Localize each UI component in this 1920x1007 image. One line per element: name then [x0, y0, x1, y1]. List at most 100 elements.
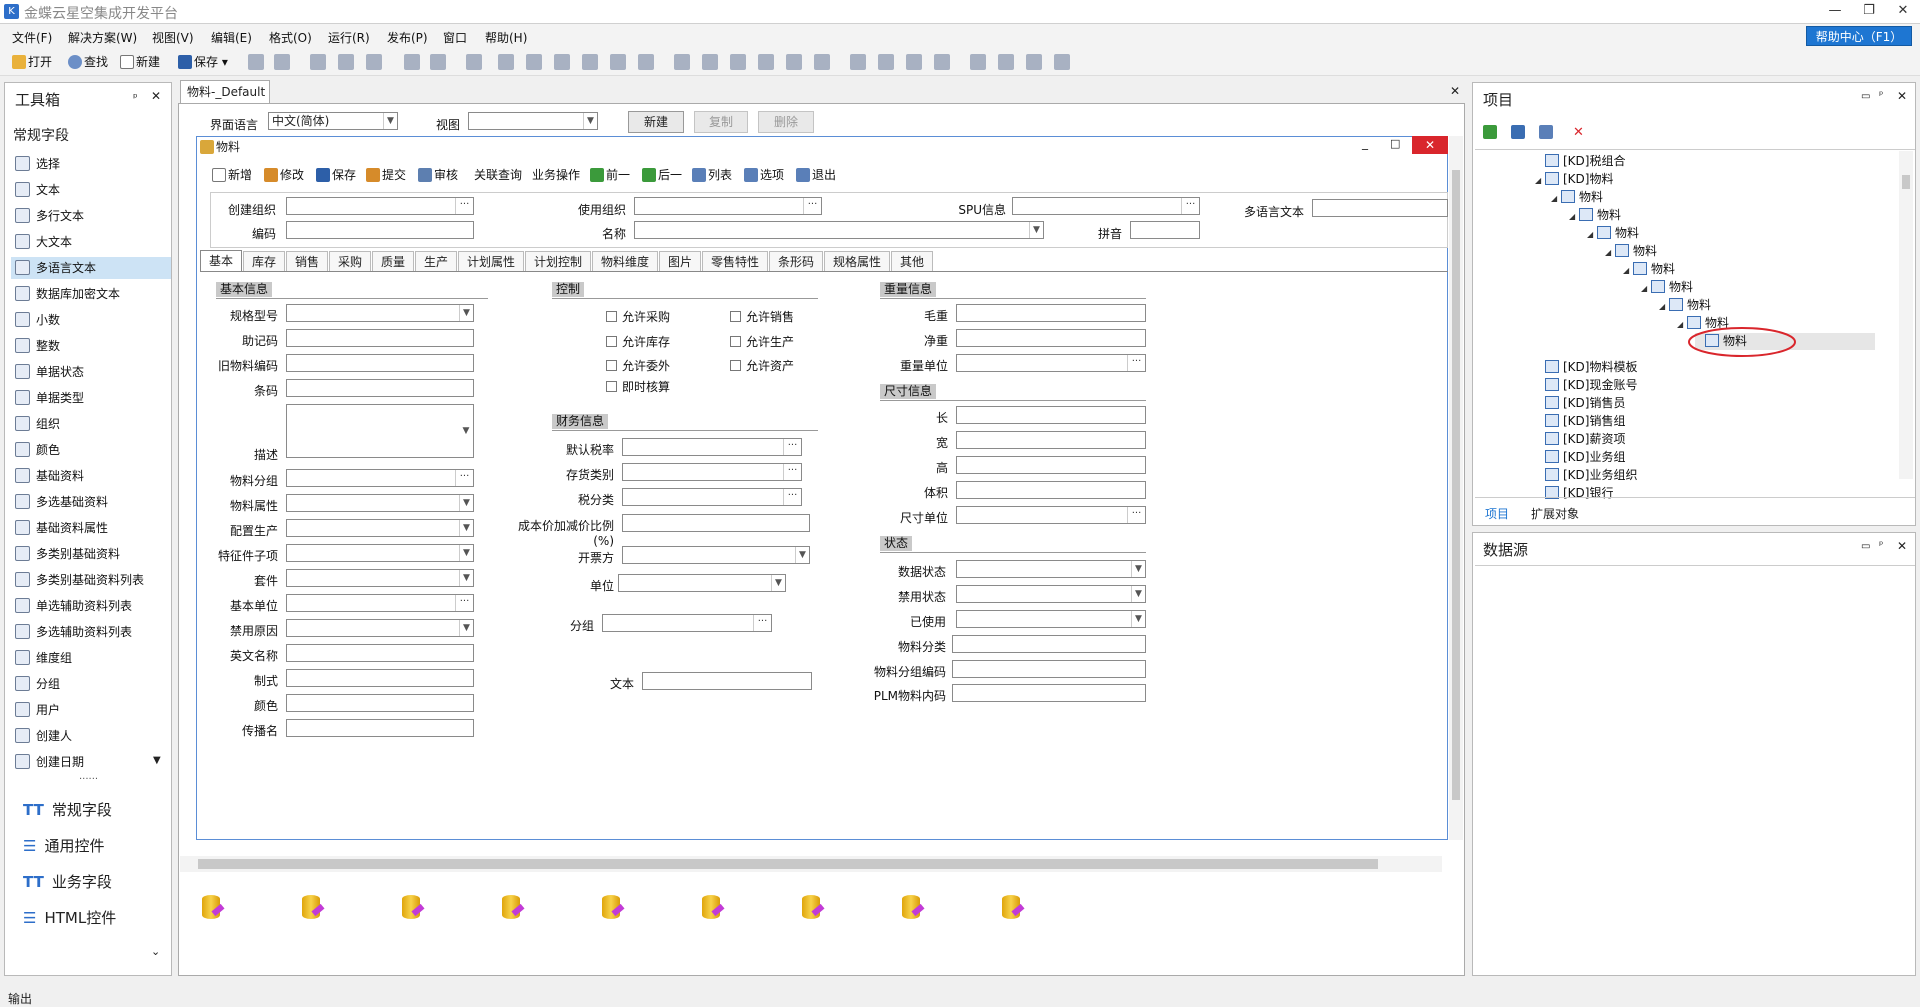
form-tab[interactable]: 计划控制	[525, 251, 591, 271]
toolbox-item[interactable]: 单选辅助资料列表	[15, 595, 173, 617]
datasource-component-icon[interactable]	[700, 893, 725, 923]
menu-format[interactable]: 格式(O)	[269, 29, 312, 46]
toolbox-item[interactable]: 多语言文本	[11, 257, 171, 279]
align-icon-2[interactable]	[526, 54, 542, 70]
tree-node[interactable]: [KD]现金账号	[1535, 377, 1637, 394]
toolbar-icon-2[interactable]	[274, 54, 290, 70]
form-minimize-icon[interactable]: _	[1362, 136, 1368, 150]
field-input[interactable]	[956, 304, 1146, 322]
toolbox-item[interactable]: 单据类型	[15, 387, 173, 409]
scroll-thumb[interactable]	[1452, 170, 1460, 800]
form-maximize-icon[interactable]: □	[1390, 137, 1400, 150]
category-common-fields[interactable]: TT 常规字段	[23, 799, 112, 820]
delete-icon[interactable]: ✕	[1573, 125, 1584, 140]
field-input[interactable]: ▼	[618, 574, 786, 592]
tree-node[interactable]: [KD]税组合	[1535, 153, 1625, 170]
tree-node[interactable]: [KD]业务组织	[1535, 467, 1637, 484]
new-button[interactable]: 新建	[120, 53, 160, 71]
field-input[interactable]: ▼	[956, 560, 1146, 578]
toolbox-item[interactable]: 多类别基础资料	[15, 543, 173, 565]
help-center-button[interactable]: 帮助中心（F1）	[1806, 26, 1912, 46]
field-input[interactable]: ▼	[956, 610, 1146, 628]
tree-node[interactable]: ◢ 物料	[1587, 225, 1639, 242]
form-toolbar-item[interactable]: 新增	[212, 166, 252, 184]
undo-icon[interactable]	[404, 54, 420, 70]
tree-node[interactable]: ◢ 物料	[1641, 279, 1693, 296]
field-input[interactable]	[956, 481, 1146, 499]
tree-node[interactable]: [KD]销售组	[1535, 413, 1625, 430]
menu-window[interactable]: 窗口	[443, 29, 467, 46]
layout-icon-5[interactable]	[970, 54, 986, 70]
checkbox[interactable]: 允许委外	[606, 357, 670, 374]
tree-node[interactable]: ◢ 物料	[1659, 297, 1711, 314]
collapse-icon[interactable]	[1511, 125, 1525, 139]
form-close-icon[interactable]: ✕	[1412, 136, 1448, 154]
menu-solution[interactable]: 解决方案(W)	[68, 29, 137, 46]
toolbox-item[interactable]: 数据库加密文本	[15, 283, 173, 305]
toolbox-item[interactable]: 小数	[15, 309, 173, 331]
panel-menu-icon[interactable]: ▭	[1861, 91, 1870, 102]
toolbox-item[interactable]: 维度组	[15, 647, 173, 669]
view-select[interactable]: ▼	[468, 112, 598, 130]
field-input[interactable]	[286, 644, 474, 662]
name-input[interactable]: ▼	[634, 221, 1044, 239]
form-tab[interactable]: 计划属性	[458, 251, 524, 271]
field-input[interactable]: ···	[286, 469, 474, 487]
datasource-component-icon[interactable]	[300, 893, 325, 923]
lock-icon[interactable]	[1026, 54, 1042, 70]
toolbox-item[interactable]: 组织	[15, 413, 173, 435]
layout-icon-2[interactable]	[878, 54, 894, 70]
close-project-icon[interactable]: ✕	[1897, 89, 1907, 103]
field-input[interactable]	[286, 719, 474, 737]
field-input[interactable]	[286, 694, 474, 712]
datasource-component-icon[interactable]	[800, 893, 825, 923]
toolbox-item[interactable]: 单据状态	[15, 361, 173, 383]
tree-node[interactable]: ◢ 物料	[1569, 207, 1621, 224]
toolbox-item[interactable]: 用户	[15, 699, 173, 721]
toolbar-icon-5[interactable]	[366, 54, 382, 70]
tree-node[interactable]: [KD]物料模板	[1535, 359, 1637, 376]
form-toolbar-item[interactable]: 退出	[796, 166, 836, 184]
form-tab[interactable]: 采购	[329, 251, 371, 271]
align-icon-5[interactable]	[610, 54, 626, 70]
layout-icon-4[interactable]	[934, 54, 950, 70]
datasource-component-icon[interactable]	[400, 893, 425, 923]
form-tab[interactable]: 物料维度	[592, 251, 658, 271]
output-label[interactable]: 输出	[8, 990, 32, 1007]
toolbar-icon-1[interactable]	[248, 54, 264, 70]
multi-lang-input[interactable]	[1312, 199, 1448, 217]
toolbar-icon-3[interactable]	[310, 54, 326, 70]
form-toolbar-item[interactable]: 前一	[590, 166, 630, 184]
toolbox-item[interactable]: 多行文本	[15, 205, 173, 227]
tree-node[interactable]: ◢ [KD]物料	[1535, 171, 1613, 188]
toolbox-item[interactable]: 整数	[15, 335, 173, 357]
field-input[interactable]	[956, 329, 1146, 347]
checkbox[interactable]: 允许库存	[606, 333, 670, 350]
ui-language-select[interactable]: 中文(简体) ▼	[268, 112, 398, 130]
pin-icon[interactable]: ᵖ	[1879, 540, 1883, 551]
checkbox[interactable]: 允许销售	[730, 308, 794, 325]
field-input[interactable]: ···	[622, 488, 802, 506]
field-input[interactable]: ▼	[286, 494, 474, 512]
form-tab[interactable]: 图片	[659, 251, 701, 271]
align-icon-12[interactable]	[814, 54, 830, 70]
use-org-input[interactable]: ···	[634, 197, 822, 215]
toolbox-item[interactable]: 创建日期	[15, 751, 173, 773]
field-input[interactable]	[956, 456, 1146, 474]
form-tab[interactable]: 生产	[415, 251, 457, 271]
redo-icon[interactable]	[430, 54, 446, 70]
datasource-component-icon[interactable]	[500, 893, 525, 923]
tab-project[interactable]: 项目	[1485, 505, 1509, 522]
menu-edit[interactable]: 编辑(E)	[211, 29, 252, 46]
field-input[interactable]: ▼	[286, 569, 474, 587]
description-textarea[interactable]: ▼	[286, 404, 474, 458]
tree-node[interactable]: ◢ 物料	[1605, 243, 1657, 260]
align-icon-11[interactable]	[786, 54, 802, 70]
datasource-component-icon[interactable]	[1000, 893, 1025, 923]
form-tab[interactable]: 条形码	[769, 251, 823, 271]
field-input[interactable]: ▼	[956, 585, 1146, 603]
align-icon-3[interactable]	[554, 54, 570, 70]
layout-icon-3[interactable]	[906, 54, 922, 70]
toolbox-item[interactable]: 基础资料属性	[15, 517, 173, 539]
new-view-button[interactable]: 新建	[628, 111, 684, 133]
